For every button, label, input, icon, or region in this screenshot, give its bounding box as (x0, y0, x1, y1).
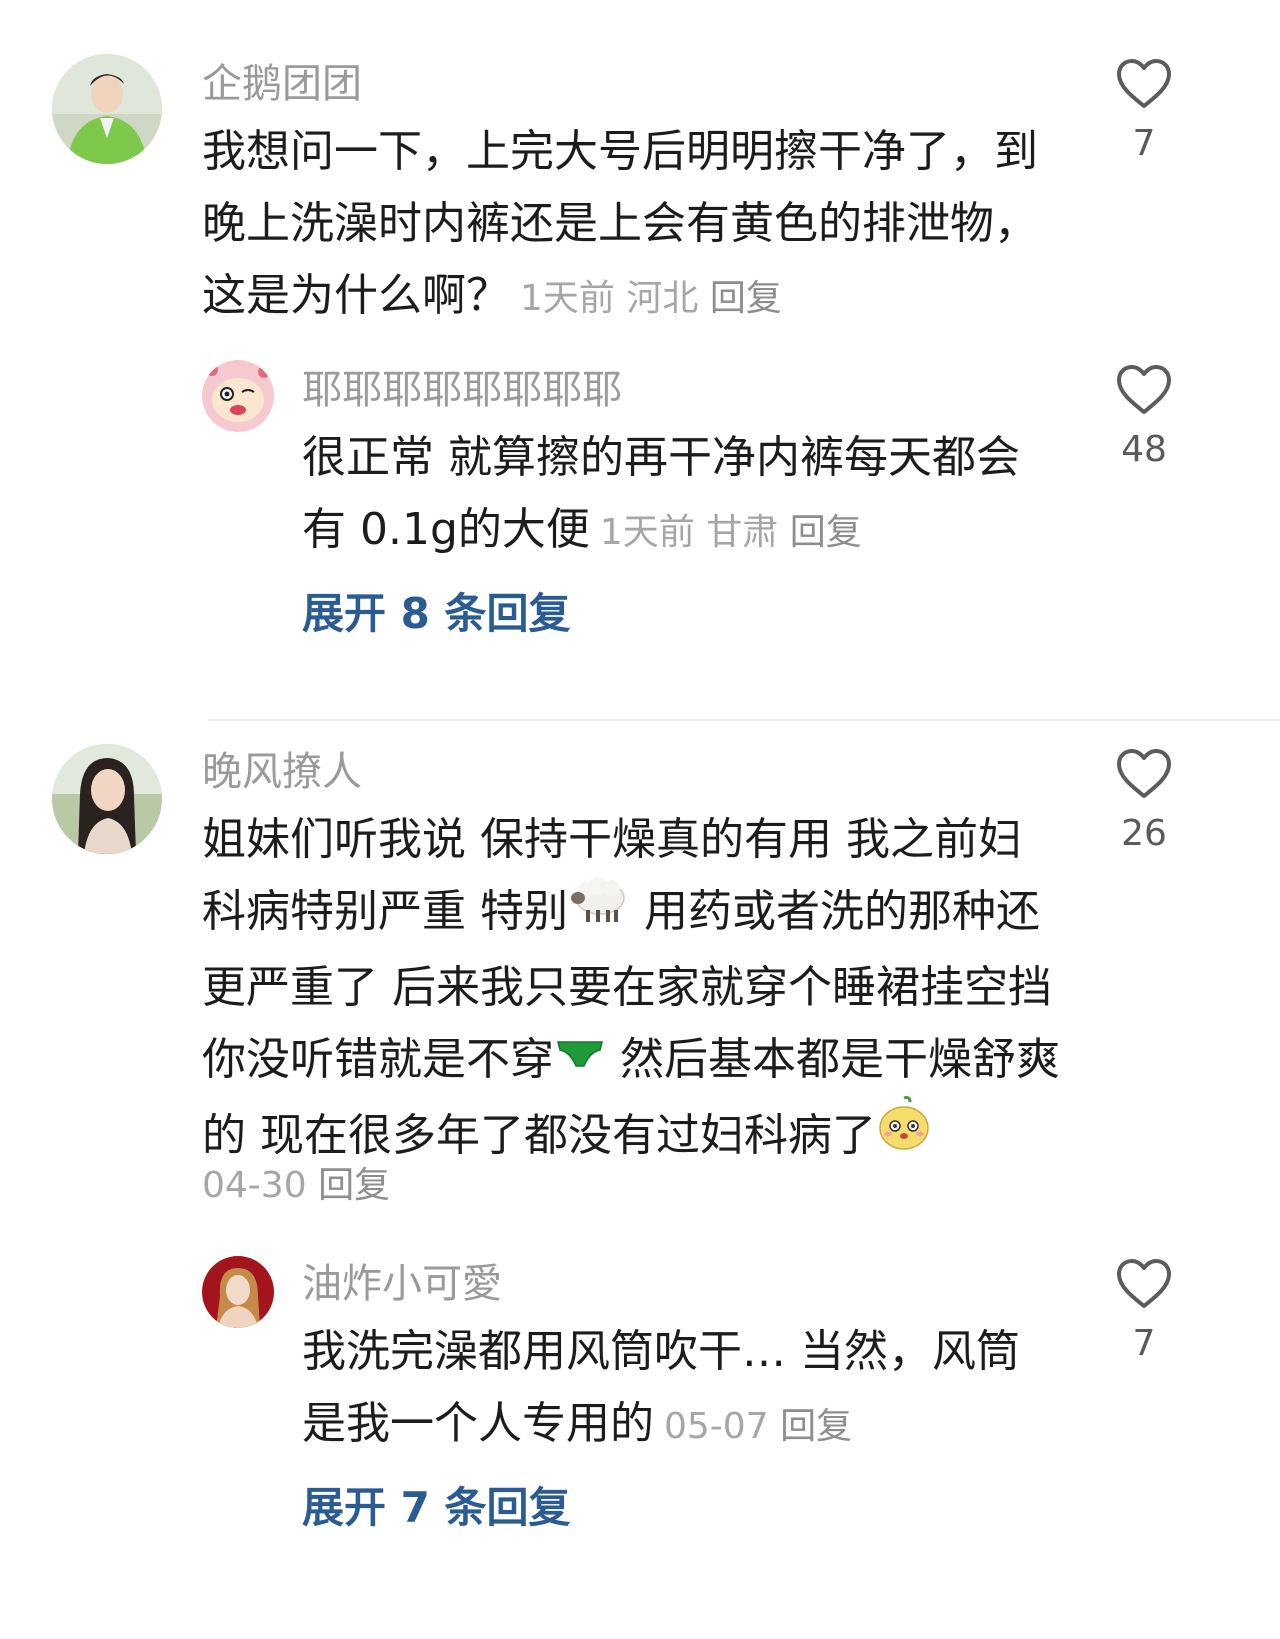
reply-button[interactable]: 回复 (790, 512, 862, 553)
like-button[interactable]: 48 (1104, 364, 1184, 472)
reply-location: 甘肃 (706, 512, 779, 553)
green-underwear-emoji-icon (554, 1022, 606, 1094)
reply-text: 我洗完澡都用风筒吹干… 当然，风筒是我一个人专用的 05-07 回复 (302, 1316, 1062, 1463)
heart-icon (1117, 59, 1171, 108)
like-count: 7 (1132, 1323, 1156, 1364)
comment-location: 河北 (626, 278, 699, 319)
heart-icon (1117, 1259, 1171, 1308)
expand-replies-link[interactable]: 展开 8 条回复 (302, 588, 570, 640)
reply-time: 1天前 (599, 512, 695, 553)
avatar[interactable] (52, 744, 162, 854)
avatar[interactable] (202, 360, 274, 432)
cartoon-character-avatar-icon (202, 360, 274, 432)
heart-icon (1117, 749, 1171, 798)
like-button[interactable]: 26 (1104, 748, 1184, 856)
comment-username[interactable]: 企鹅团团 (202, 60, 362, 108)
divider (208, 719, 1280, 721)
reply-button[interactable]: 回复 (710, 278, 782, 319)
avatar[interactable] (202, 1256, 274, 1328)
heart-icon (1117, 365, 1171, 414)
sheep-emoji-icon (568, 872, 630, 948)
like-count: 48 (1121, 429, 1167, 470)
comment-text: 姐妹们听我说 保持干燥真的有用 我之前妇科病特别严重 特别 用药或者洗的那种还更… (202, 804, 1062, 1178)
expand-replies-link[interactable]: 展开 7 条回复 (302, 1482, 570, 1534)
man-green-suit-avatar-icon (52, 54, 162, 164)
woman-outdoor-avatar-icon (52, 744, 162, 854)
avatar[interactable] (52, 54, 162, 164)
like-count: 7 (1132, 123, 1156, 164)
like-button[interactable]: 7 (1104, 1258, 1184, 1366)
reply-meta: 05-07 回复 (664, 1406, 852, 1447)
like-count: 26 (1121, 813, 1167, 854)
reply-time: 05-07 (664, 1406, 769, 1447)
cute-face-emoji-icon (876, 1094, 932, 1174)
comment-time: 1天前 (520, 278, 615, 319)
comment-meta: 1天前 河北 回复 (520, 278, 782, 319)
reply-username[interactable]: 耶耶耶耶耶耶耶耶 (302, 366, 622, 414)
reply-meta: 1天前 甘肃 回复 (600, 512, 862, 553)
woman-red-background-avatar-icon (202, 1256, 274, 1328)
reply-button[interactable]: 回复 (780, 1406, 852, 1447)
reply-button[interactable]: 回复 (318, 1165, 390, 1206)
reply-text: 很正常 就算擦的再干净内裤每天都会有 0.1g的大便 1天前 甘肃 回复 (302, 422, 1062, 569)
comment-time: 04-30 (202, 1165, 307, 1206)
like-button[interactable]: 7 (1104, 58, 1184, 166)
comment-username[interactable]: 晚风撩人 (202, 748, 362, 796)
comment-text: 我想问一下，上完大号后明明擦干净了，到晚上洗澡时内裤还是上会有黄色的排泄物，这是… (202, 116, 1062, 335)
reply-username[interactable]: 油炸小可愛 (302, 1260, 502, 1308)
comment-meta: 04-30 回复 (202, 1162, 390, 1210)
reply-body: 我洗完澡都用风筒吹干… 当然，风筒是我一个人专用的 (302, 1326, 1020, 1449)
